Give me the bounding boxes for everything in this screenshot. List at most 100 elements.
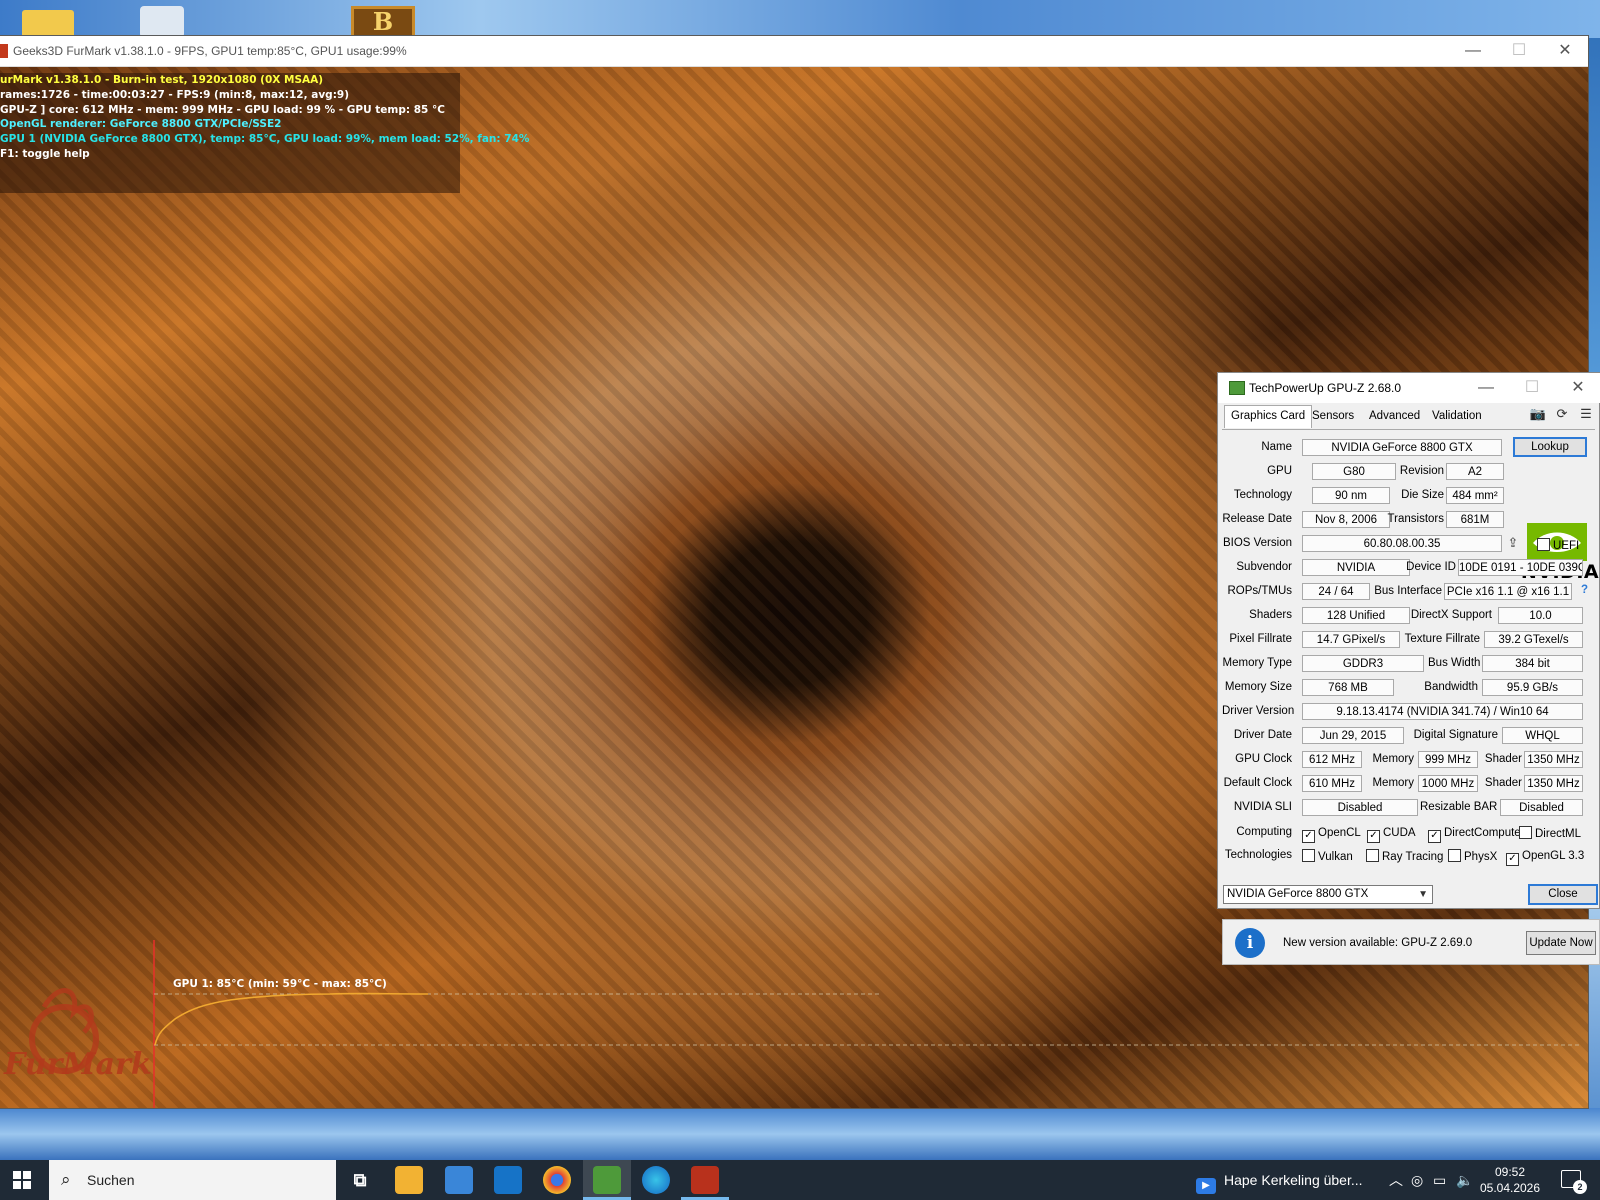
checkbox-directml[interactable]: DirectML (1519, 826, 1581, 842)
ray-tracing-check-box[interactable] (1366, 849, 1379, 862)
furmark-title: Geeks3D FurMark v1.38.1.0 - 9FPS, GPU1 t… (13, 44, 407, 58)
checkbox-cuda[interactable]: ✓ CUDA (1367, 826, 1416, 843)
chevron-up-icon[interactable]: ︿ (1389, 1160, 1403, 1200)
physx-check-box[interactable] (1448, 849, 1461, 862)
volume-icon[interactable]: 🔈 (1456, 1160, 1473, 1200)
label-gpu-clock: GPU Clock (1235, 753, 1292, 765)
notification-center-icon[interactable]: 2 (1561, 1170, 1587, 1194)
chrome-icon[interactable] (543, 1166, 571, 1194)
label-default-shader-clock: Shader (1484, 777, 1522, 789)
directml-label: DirectML (1535, 828, 1582, 840)
label-technologies: Technologies (1224, 849, 1292, 861)
update-now-button[interactable]: Update Now (1526, 931, 1596, 955)
tab-advanced[interactable]: Advanced (1363, 406, 1426, 427)
physx-label: PhysX (1464, 851, 1498, 863)
media-title: Hape Kerkeling über... (1224, 1172, 1363, 1188)
directml-check-box[interactable] (1519, 826, 1532, 839)
bus-help-icon[interactable]: ? (1576, 584, 1588, 596)
furmark-close-button[interactable]: ✕ (1542, 36, 1588, 66)
label-nvidia-sli: NVIDIA SLI (1233, 801, 1292, 813)
gpu-select-dropdown[interactable]: NVIDIA GeForce 8800 GTX ▼ (1223, 885, 1433, 904)
label-technology: Technology (1233, 489, 1292, 501)
label-name: Name (1261, 441, 1292, 453)
furmark-taskbar-icon[interactable] (691, 1166, 719, 1194)
webcam-icon[interactable]: ◎ (1411, 1160, 1423, 1200)
checkbox-ray-tracing[interactable]: Ray Tracing (1366, 849, 1443, 865)
network-icon[interactable]: ▭ (1433, 1160, 1446, 1200)
taskbar-search-box[interactable]: ⌕ Suchen (49, 1160, 336, 1200)
gpuz-titlebar[interactable]: TechPowerUp GPU-Z 2.68.0 — ☐ ✕ (1218, 373, 1600, 403)
taskbar-clock[interactable]: 09:52 05.04.2026 (1479, 1164, 1541, 1196)
label-default-clock: Default Clock (1223, 777, 1292, 789)
value-bus-interface: PCIe x16 1.1 @ x16 1.1 (1444, 583, 1572, 600)
windows-start-icon[interactable] (13, 1171, 31, 1189)
opengl-check-box[interactable]: ✓ (1506, 853, 1519, 866)
ray-tracing-label: Ray Tracing (1382, 851, 1444, 863)
refresh-icon[interactable]: ⟳ (1553, 405, 1571, 423)
opencl-check-box[interactable]: ✓ (1302, 830, 1315, 843)
update-notification: i New version available: GPU-Z 2.69.0 Up… (1222, 919, 1600, 965)
value-default-clock: 610 MHz (1302, 775, 1362, 792)
graph-label: GPU 1: 85°C (min: 59°C - max: 85°C) (173, 978, 387, 990)
tab-sensors[interactable]: Sensors (1306, 406, 1360, 427)
play-icon: ▶ (1196, 1178, 1216, 1194)
lookup-button[interactable]: Lookup (1513, 437, 1587, 457)
directcompute-check-box[interactable]: ✓ (1428, 830, 1441, 843)
store-icon[interactable] (445, 1166, 473, 1194)
gpuz-minimize-button[interactable]: — (1463, 373, 1509, 403)
value-memory-size: 768 MB (1302, 679, 1394, 696)
checkbox-vulkan[interactable]: Vulkan (1302, 849, 1353, 865)
label-gpu: GPU (1267, 465, 1292, 477)
media-widget[interactable]: ▶ Hape Kerkeling über... (1196, 1160, 1363, 1200)
value-transistors: 681M (1446, 511, 1504, 528)
close-button[interactable]: Close (1528, 884, 1598, 905)
vulkan-check-box[interactable] (1302, 849, 1315, 862)
task-view-icon[interactable]: ⧉ (346, 1166, 374, 1194)
tab-validation[interactable]: Validation (1426, 406, 1488, 427)
furmark-logo: FurMark (4, 977, 152, 1097)
gpuz-close-button[interactable]: ✕ (1555, 373, 1600, 403)
uefi-checkbox[interactable]: UEFI (1537, 538, 1579, 554)
value-name: NVIDIA GeForce 8800 GTX (1302, 439, 1502, 456)
camera-icon[interactable]: 📷 (1529, 405, 1547, 423)
vulkan-label: Vulkan (1318, 851, 1353, 863)
menu-icon[interactable]: ☰ (1577, 405, 1595, 423)
label-device-id: Device ID (1406, 561, 1456, 573)
furmark-minimize-button[interactable]: — (1450, 36, 1496, 66)
cuda-check-box[interactable]: ✓ (1367, 830, 1380, 843)
info-icon: i (1235, 928, 1265, 958)
search-placeholder: Suchen (87, 1172, 135, 1188)
taskbar: ⌕ Suchen ⧉ ▶ Hape Kerkeling über... ︿ ◎ ▭… (0, 1160, 1600, 1200)
tab-graphics-card[interactable]: Graphics Card (1224, 405, 1313, 428)
chevron-down-icon: ▼ (1418, 889, 1428, 900)
value-die-size: 484 mm² (1446, 487, 1504, 504)
graph-temperature-line (154, 992, 429, 1046)
desktop-folder-icon[interactable] (22, 10, 74, 38)
furmark-titlebar[interactable]: Geeks3D FurMark v1.38.1.0 - 9FPS, GPU1 t… (0, 36, 1588, 67)
checkbox-directcompute[interactable]: ✓ DirectCompute (1428, 826, 1521, 843)
value-resizable-bar: Disabled (1500, 799, 1583, 816)
value-driver-date: Jun 29, 2015 (1302, 727, 1404, 744)
outlook-icon[interactable] (494, 1166, 522, 1194)
label-release-date: Release Date (1222, 513, 1292, 525)
label-gpu-shader-clock: Shader (1484, 753, 1522, 765)
value-bios-version: 60.80.08.00.35 (1302, 535, 1502, 552)
gpuz-maximize-button[interactable]: ☐ (1509, 373, 1555, 403)
furmark-maximize-button[interactable]: ☐ (1496, 36, 1542, 66)
uefi-check-box[interactable] (1537, 538, 1550, 551)
desktop-recycle-icon[interactable] (140, 6, 184, 38)
checkbox-opengl[interactable]: ✓ OpenGL 3.3 (1506, 849, 1584, 866)
label-driver-date: Driver Date (1233, 729, 1292, 741)
label-die-size: Die Size (1401, 489, 1444, 501)
edge-icon[interactable] (642, 1166, 670, 1194)
share-bios-icon[interactable]: ⇪ (1504, 534, 1522, 552)
label-texture-fillrate: Texture Fillrate (1404, 633, 1480, 645)
desktop-app-icon[interactable]: B (351, 6, 415, 38)
nvidia-logo: NVIDIA (1519, 523, 1600, 587)
file-explorer-icon[interactable] (395, 1166, 423, 1194)
notification-badge: 2 (1573, 1180, 1587, 1194)
value-shaders: 128 Unified (1302, 607, 1410, 624)
checkbox-opencl[interactable]: ✓ OpenCL (1302, 826, 1361, 843)
checkbox-physx[interactable]: PhysX (1448, 849, 1497, 865)
gpuz-taskbar-icon[interactable] (593, 1166, 621, 1194)
